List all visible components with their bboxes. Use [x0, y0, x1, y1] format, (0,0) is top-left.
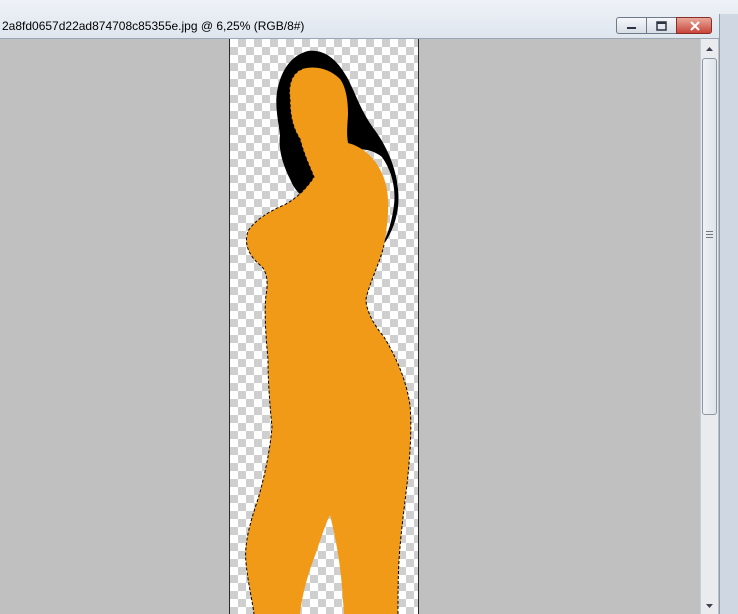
scroll-grip-icon: [706, 231, 713, 239]
minimize-button[interactable]: [616, 17, 646, 34]
minimize-icon: [627, 27, 636, 29]
document-window: 2a8fd0657d22ad874708c85355e.jpg @ 6,25% …: [0, 0, 738, 614]
restore-icon: [656, 21, 667, 31]
scroll-thumb[interactable]: [702, 58, 717, 415]
window-title: 2a8fd0657d22ad874708c85355e.jpg @ 6,25% …: [2, 19, 305, 33]
vertical-scrollbar[interactable]: [700, 39, 718, 614]
restore-button[interactable]: [646, 17, 676, 34]
image-canvas[interactable]: [229, 39, 419, 614]
close-button[interactable]: [676, 17, 712, 34]
close-icon: [690, 21, 700, 31]
scroll-down-arrow-icon[interactable]: [701, 598, 718, 614]
silhouette-image: [245, 50, 412, 614]
window-frame-right: [719, 14, 738, 614]
title-bar[interactable]: 2a8fd0657d22ad874708c85355e.jpg @ 6,25% …: [0, 0, 738, 39]
scroll-up-arrow-icon[interactable]: [701, 41, 718, 57]
document-workspace[interactable]: [0, 39, 700, 614]
window-controls: [616, 17, 712, 35]
